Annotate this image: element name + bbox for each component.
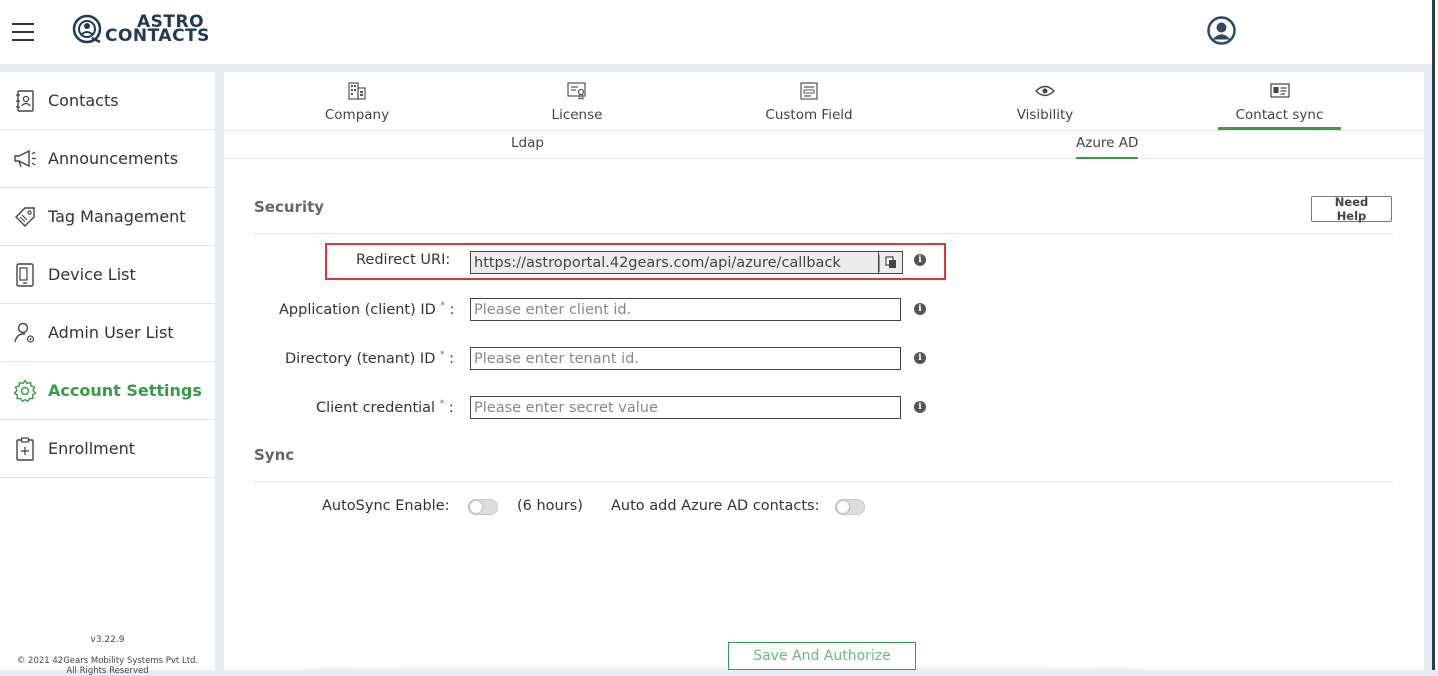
sidebar-item-label: Device List (48, 265, 136, 284)
contact-sync-subtabs: Ldap Azure AD (224, 131, 1424, 159)
license-icon (544, 80, 610, 102)
tab-contact-sync[interactable]: Contact sync (1218, 80, 1341, 130)
sidebar-item-device-list[interactable]: Device List (0, 246, 215, 304)
redirect-uri-label: Redirect URI: (356, 252, 451, 268)
subtab-azure-ad[interactable]: Azure AD (1076, 135, 1139, 159)
contact-card-icon (1218, 80, 1341, 102)
client-credential-info-icon[interactable]: i (914, 401, 926, 413)
sidebar-item-account-settings[interactable]: Account Settings (0, 362, 215, 420)
required-mark: * (439, 350, 445, 360)
user-avatar-icon[interactable] (1207, 16, 1236, 45)
sidebar-item-announcements[interactable]: Announcements (0, 130, 215, 188)
tab-custom-field[interactable]: Custom Field (762, 80, 856, 123)
client-id-info-icon[interactable]: i (914, 303, 926, 315)
client-credential-label: Client credential * : (316, 399, 454, 416)
sidebar-item-tag-management[interactable]: Tag Management (0, 188, 215, 246)
autosync-toggle[interactable] (468, 499, 498, 515)
tab-label: Custom Field (765, 107, 853, 123)
tab-label: Visibility (1016, 107, 1074, 123)
active-tab-indicator (1218, 127, 1341, 130)
custom-field-icon (762, 80, 856, 102)
subtab-ldap[interactable]: Ldap (511, 135, 544, 151)
copy-uri-button[interactable] (878, 251, 903, 274)
autosync-label: AutoSync Enable: (322, 498, 450, 514)
label-colon: : (449, 301, 455, 318)
copy-icon (884, 256, 896, 268)
required-mark: * (439, 399, 445, 409)
tab-label: License (551, 107, 603, 123)
copyright-line1: © 2021 42Gears Mobility Systems Pvt Ltd. (16, 656, 199, 666)
subtab-label: Azure AD (1076, 135, 1139, 151)
sidebar-item-label: Enrollment (48, 439, 135, 458)
sync-divider (253, 481, 1394, 482)
client-credential-label-text: Client credential (316, 399, 436, 416)
tenant-id-label-text: Directory (tenant) ID (285, 350, 436, 367)
footer-shadow (304, 664, 1144, 670)
client-id-label: Application (client) ID * : (279, 301, 454, 318)
sidebar-item-label: Announcements (48, 149, 179, 168)
sync-section-title: Sync (254, 446, 295, 464)
auto-add-contacts-label: Auto add Azure AD contacts: (611, 498, 820, 514)
devices-icon (13, 262, 37, 287)
sidebar: Contacts Announcements Tag Management De… (0, 72, 215, 676)
sidebar-item-contacts[interactable]: Contacts (0, 72, 215, 130)
astro-contacts-logo[interactable]: ASTRO CONTACTS (72, 14, 210, 46)
tab-label: Company (324, 107, 390, 123)
hamburger-menu-icon[interactable] (12, 23, 34, 41)
save-and-authorize-button[interactable]: Save And Authorize (728, 642, 916, 670)
sidebar-item-label: Tag Management (48, 207, 186, 226)
sidebar-item-label: Account Settings (48, 381, 202, 400)
tenant-id-input[interactable] (470, 347, 901, 370)
security-divider (253, 233, 1394, 234)
active-subtab-indicator (1076, 157, 1139, 159)
astro-logo-icon (72, 14, 102, 44)
sidebar-item-label: Admin User List (48, 323, 174, 342)
auto-add-contacts-toggle[interactable] (835, 499, 865, 515)
company-icon (320, 80, 394, 102)
gear-icon (13, 379, 37, 403)
client-id-input[interactable] (470, 298, 901, 321)
megaphone-icon (13, 147, 37, 171)
need-help-button[interactable]: Need Help (1311, 195, 1392, 223)
sidebar-item-admin-user-list[interactable]: Admin User List (0, 304, 215, 362)
copyright-notice: © 2021 42Gears Mobility Systems Pvt Ltd.… (0, 656, 215, 676)
logo-text-contacts: CONTACTS (105, 26, 210, 46)
client-credential-input[interactable] (470, 396, 901, 419)
redirect-uri-field[interactable] (470, 251, 878, 274)
tag-icon (13, 205, 37, 229)
eye-icon (1012, 80, 1078, 102)
contacts-book-icon (13, 89, 37, 113)
redirect-uri-info-icon[interactable]: i (914, 254, 926, 266)
window-edge (1432, 0, 1438, 670)
autosync-interval: (6 hours) (517, 498, 583, 514)
sidebar-item-enrollment[interactable]: Enrollment (0, 420, 215, 478)
settings-panel: Company License Custom Field Visibility … (224, 72, 1424, 670)
tenant-id-label: Directory (tenant) ID * : (285, 350, 454, 367)
app-version: v3.22.9 (90, 635, 125, 645)
settings-tabs: Company License Custom Field Visibility … (224, 72, 1424, 131)
label-colon: : (448, 399, 454, 416)
admin-user-icon (13, 321, 37, 345)
tab-company[interactable]: Company (320, 80, 394, 123)
client-id-label-text: Application (client) ID (279, 301, 436, 318)
copyright-line2: All Rights Reserved (66, 666, 149, 676)
tenant-id-info-icon[interactable]: i (914, 352, 926, 364)
tab-label: Contact sync (1235, 107, 1324, 123)
tab-visibility[interactable]: Visibility (1012, 80, 1078, 123)
clipboard-icon (13, 436, 37, 461)
label-colon: : (449, 350, 454, 367)
sidebar-item-label: Contacts (48, 91, 119, 110)
security-section-title: Security (254, 198, 325, 216)
top-header: ASTRO CONTACTS (0, 0, 1432, 64)
tab-license[interactable]: License (544, 80, 610, 123)
required-mark: * (440, 301, 445, 311)
